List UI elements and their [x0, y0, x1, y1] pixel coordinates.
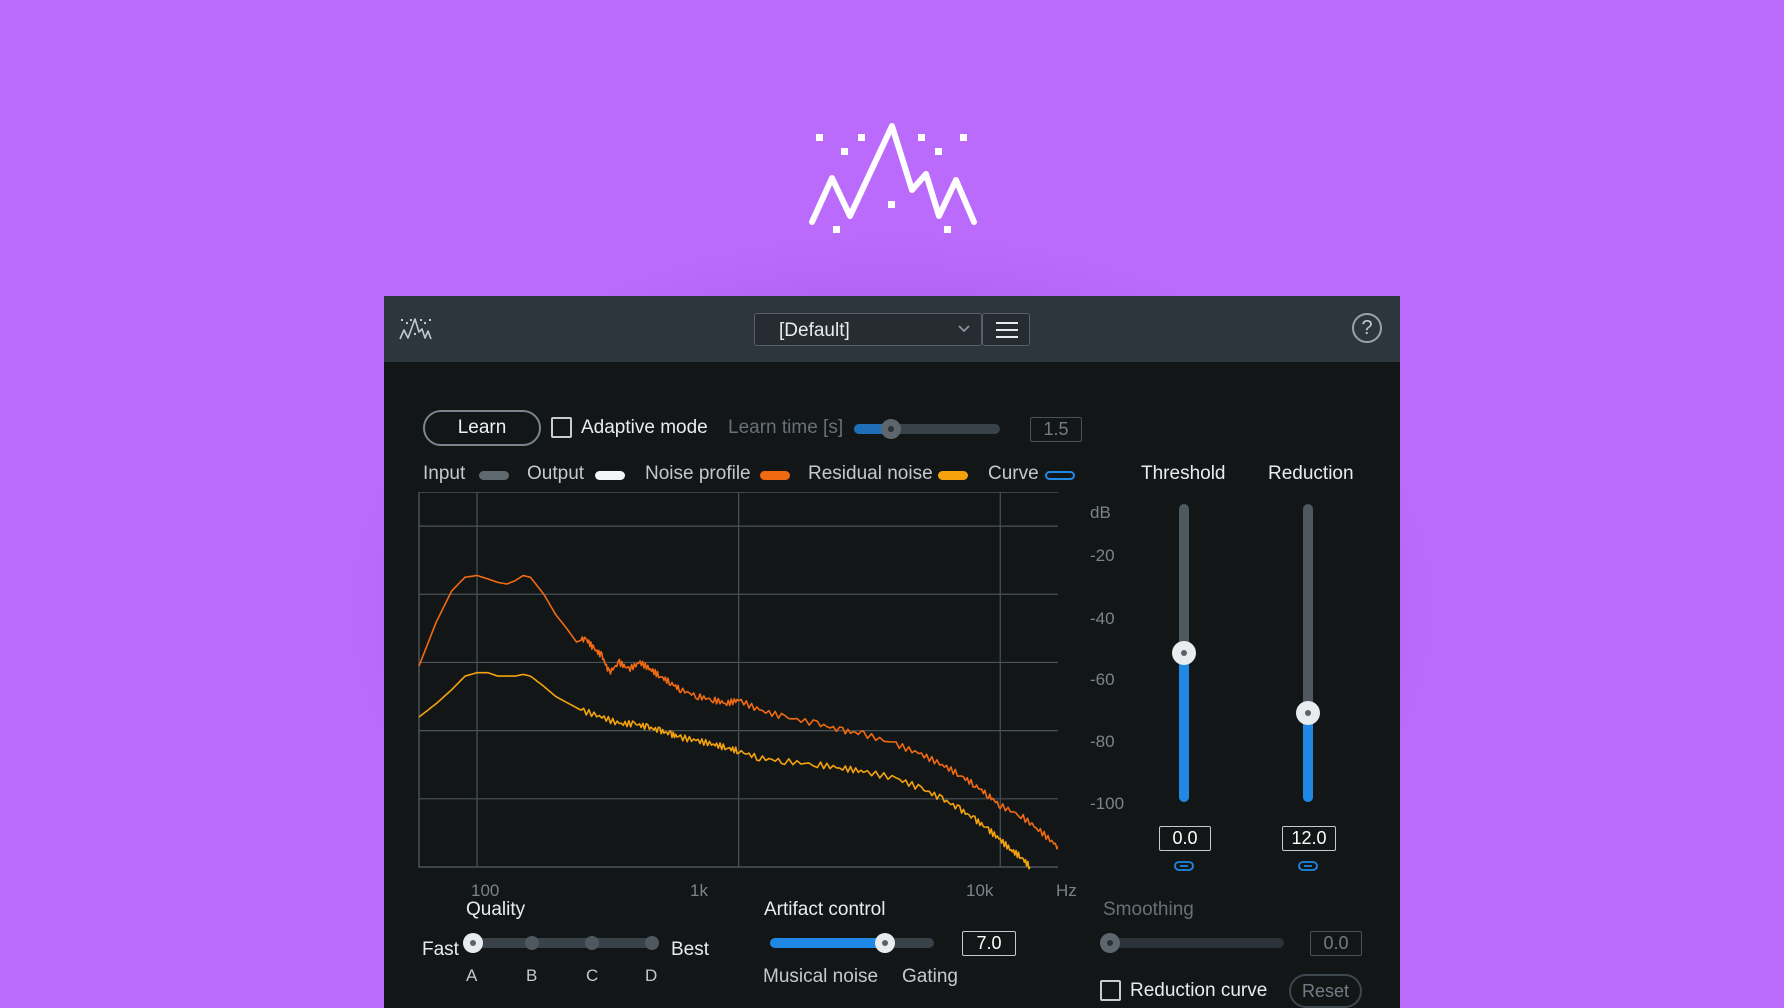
legend-noise-profile-label: Noise profile [645, 463, 751, 484]
learn-time-label: Learn time [s] [728, 417, 844, 438]
preset-menu-button[interactable] [982, 313, 1030, 346]
quality-step-b[interactable] [525, 936, 539, 950]
threshold-slider-fill [1179, 653, 1189, 802]
quality-label: Quality [466, 899, 526, 920]
legend-residual-noise-label: Residual noise [808, 463, 933, 484]
y-tick-label: -20 [1090, 546, 1115, 565]
learn-button[interactable]: Learn [423, 410, 541, 446]
series-line-residual-noise [418, 671, 1031, 870]
x-tick-label: 1k [690, 881, 708, 900]
quality-option-c[interactable]: C [586, 966, 598, 986]
reset-button[interactable]: Reset [1289, 974, 1362, 1008]
reduction-knob[interactable] [1296, 700, 1320, 725]
legend-noise-profile-swatch[interactable] [760, 471, 790, 480]
legend-output-label: Output [527, 463, 585, 484]
smoothing-slider[interactable] [1110, 938, 1284, 948]
y-tick-label: -40 [1090, 609, 1115, 628]
legend-input-swatch[interactable] [479, 471, 509, 480]
legend-curve-swatch[interactable] [1045, 471, 1075, 480]
plugin-window: [Default] ? Learn Adaptive mode Learn ti… [384, 296, 1400, 1008]
x-tick-label: 100 [471, 881, 500, 900]
quality-best-label: Best [671, 939, 710, 960]
plugin-logo-icon [399, 318, 432, 340]
musical-noise-label: Musical noise [763, 966, 879, 987]
legend-curve-label: Curve [988, 463, 1039, 484]
gating-label: Gating [902, 966, 958, 987]
preset-label: [Default] [779, 320, 850, 341]
legend-output-swatch[interactable] [595, 471, 625, 480]
adaptive-mode-label: Adaptive mode [581, 417, 708, 438]
quality-step-c[interactable] [585, 936, 599, 950]
product-logo-icon [809, 123, 977, 233]
y-tick-unit-label: dB [1090, 503, 1111, 522]
x-unit-label: Hz [1056, 881, 1077, 900]
smoothing-knob[interactable] [1100, 933, 1120, 953]
threshold-value[interactable]: 0.0 [1159, 826, 1211, 851]
quality-option-a[interactable]: A [466, 966, 477, 986]
hamburger-menu-icon [996, 322, 1018, 338]
legend-input-label: Input [423, 463, 466, 484]
y-tick-label: -80 [1090, 732, 1115, 751]
quality-option-d[interactable]: D [645, 966, 657, 986]
learn-time-value[interactable]: 1.5 [1030, 417, 1082, 442]
artifact-control-value[interactable]: 7.0 [962, 931, 1016, 956]
reduction-value[interactable]: 12.0 [1282, 826, 1336, 851]
artifact-control-label: Artifact control [764, 899, 886, 920]
quality-option-b[interactable]: B [526, 966, 537, 986]
y-tick-label: -60 [1090, 670, 1115, 689]
x-tick-label: 10k [966, 881, 994, 900]
artifact-control-fill [770, 938, 885, 948]
quality-knob[interactable] [463, 933, 483, 953]
spectrum-chart[interactable] [418, 492, 1058, 912]
help-button[interactable]: ? [1352, 313, 1382, 343]
threshold-label: Threshold [1141, 463, 1226, 484]
quality-step-d[interactable] [645, 936, 659, 950]
adaptive-mode-checkbox[interactable] [551, 417, 572, 438]
y-tick-label: -100 [1090, 794, 1125, 813]
threshold-knob[interactable] [1172, 641, 1196, 665]
chevron-down-icon [958, 325, 970, 333]
smoothing-value[interactable]: 0.0 [1310, 931, 1362, 956]
artifact-control-knob[interactable] [874, 933, 895, 953]
reduction-curve-checkbox[interactable] [1100, 980, 1121, 1001]
legend-residual-noise-swatch[interactable] [938, 471, 968, 480]
reduction-label: Reduction [1268, 463, 1354, 484]
smoothing-label: Smoothing [1103, 899, 1194, 920]
quality-fast-label: Fast [422, 939, 459, 960]
question-mark-icon: ? [1361, 317, 1373, 339]
reduction-link-icon[interactable] [1297, 860, 1319, 872]
quality-slider[interactable] [473, 938, 653, 948]
preset-dropdown[interactable]: [Default] [754, 313, 982, 346]
learn-time-knob[interactable] [881, 419, 901, 439]
reduction-curve-label: Reduction curve [1130, 980, 1268, 1001]
header-bar: [Default] ? [384, 296, 1400, 362]
threshold-link-icon[interactable] [1173, 860, 1195, 872]
reduction-slider-fill [1303, 712, 1313, 802]
